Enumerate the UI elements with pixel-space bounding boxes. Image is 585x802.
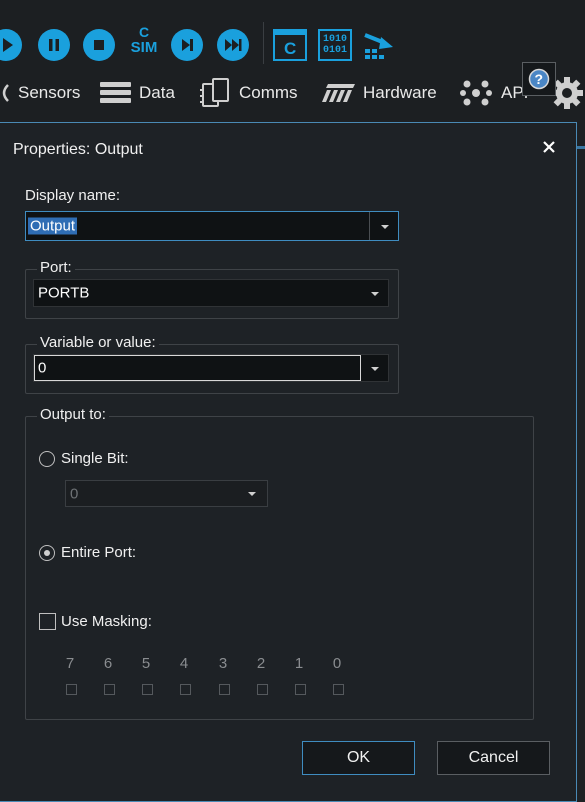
display-name-input[interactable]: Output xyxy=(25,211,399,241)
entire-port-radio[interactable] xyxy=(39,545,55,561)
bit-checkbox xyxy=(219,684,230,695)
bit-label: 6 xyxy=(103,655,113,672)
background-panel-edge xyxy=(577,146,585,149)
port-label: Port: xyxy=(37,259,75,276)
toolbar: C SIM C 1010 0101 Sensors Data Comms Har… xyxy=(0,0,585,120)
combo-divider xyxy=(369,212,370,240)
port-value: PORTB xyxy=(38,284,90,302)
step-icon[interactable] xyxy=(171,29,203,61)
single-bit-label: Single Bit: xyxy=(61,450,129,467)
variable-input[interactable]: 0 xyxy=(33,354,389,382)
pause-icon[interactable] xyxy=(38,29,70,61)
bit-checkbox xyxy=(104,684,115,695)
port-select[interactable]: PORTB xyxy=(33,279,389,307)
sensors-icon xyxy=(2,84,9,102)
bit-label: 1 xyxy=(294,655,304,672)
cancel-button[interactable]: Cancel xyxy=(437,741,550,775)
menu-item-sensors[interactable]: Sensors xyxy=(0,78,80,108)
stop-icon[interactable] xyxy=(83,29,115,61)
single-bit-value: 0 xyxy=(70,485,79,502)
single-bit-radio[interactable] xyxy=(39,451,55,467)
bit-label: 3 xyxy=(218,655,228,672)
variable-text-box[interactable] xyxy=(34,355,361,381)
ok-button[interactable]: OK xyxy=(302,741,415,775)
help-button[interactable]: ? xyxy=(522,62,556,96)
chevron-down-icon xyxy=(248,492,256,496)
single-bit-select: 0 xyxy=(65,480,268,507)
c-code-icon[interactable]: C xyxy=(273,29,307,66)
play-icon[interactable] xyxy=(0,29,22,61)
binary-icon[interactable]: 1010 0101 xyxy=(318,29,352,61)
bit-checkbox xyxy=(142,684,153,695)
display-name-value: Output xyxy=(28,217,78,235)
chevron-down-icon[interactable] xyxy=(381,225,389,229)
menu-item-comms[interactable]: Comms xyxy=(200,78,298,108)
c-sim-icon[interactable]: C SIM xyxy=(127,25,161,63)
chevron-down-icon[interactable] xyxy=(371,367,379,371)
svg-text:?: ? xyxy=(535,71,544,87)
display-name-label: Display name: xyxy=(25,187,121,204)
menu-item-label: Hardware xyxy=(363,83,437,102)
bit-checkbox xyxy=(66,684,77,695)
bit-checkbox xyxy=(180,684,191,695)
bit-label: 5 xyxy=(141,655,151,672)
chevron-down-icon[interactable] xyxy=(371,292,379,296)
use-masking-checkbox[interactable] xyxy=(39,613,56,630)
entire-port-label: Entire Port: xyxy=(61,544,137,561)
dialog-title: Properties: Output xyxy=(13,141,143,158)
menu-item-label: Comms xyxy=(239,83,298,102)
menu-item-api[interactable]: API xyxy=(460,78,528,108)
bit-checkbox xyxy=(257,684,268,695)
download-icon[interactable] xyxy=(363,29,397,66)
hardware-icon xyxy=(322,84,355,102)
output-to-label: Output to: xyxy=(37,406,109,423)
bit-label: 0 xyxy=(332,655,342,672)
comms-icon xyxy=(200,78,229,107)
bit-label: 2 xyxy=(256,655,266,672)
use-masking-label: Use Masking: xyxy=(61,613,152,630)
svg-text:C: C xyxy=(284,39,296,58)
variable-value: 0 xyxy=(38,359,47,377)
menu-item-data[interactable]: Data xyxy=(100,78,175,108)
variable-label: Variable or value: xyxy=(37,334,159,351)
bit-checkbox xyxy=(333,684,344,695)
bit-label: 4 xyxy=(179,655,189,672)
bit-checkbox xyxy=(295,684,306,695)
toolbar-separator xyxy=(263,22,264,64)
close-icon[interactable] xyxy=(540,138,558,156)
data-icon xyxy=(100,82,131,103)
menu-item-label: Data xyxy=(139,83,175,102)
fast-forward-icon[interactable] xyxy=(217,29,249,61)
menu-item-label: Sensors xyxy=(18,83,81,102)
help-icon: ? xyxy=(528,68,550,90)
menu-item-hardware[interactable]: Hardware xyxy=(322,78,437,108)
api-icon xyxy=(460,80,492,106)
bit-label: 7 xyxy=(65,655,75,672)
